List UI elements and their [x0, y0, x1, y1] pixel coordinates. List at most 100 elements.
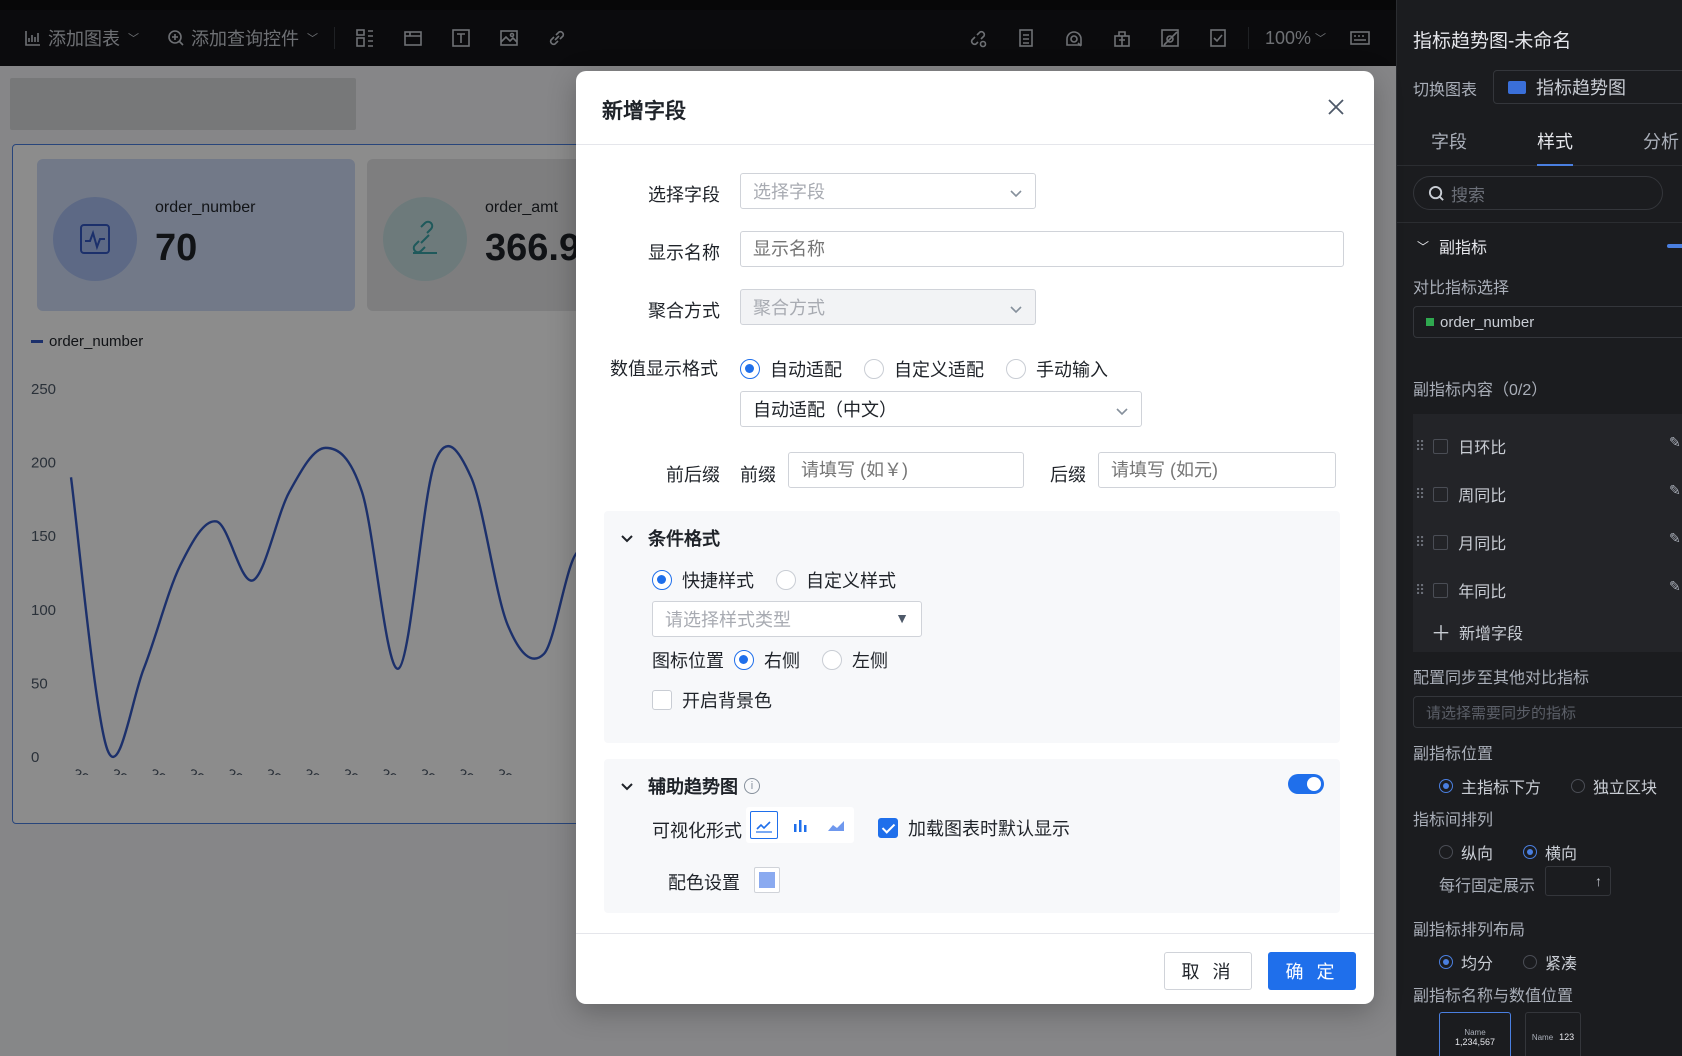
layout-thumb-stacked[interactable]: Name 1,234,567 [1439, 1012, 1511, 1056]
sync-placeholder: 请选择需要同步的指标 [1426, 704, 1577, 722]
edit-icon[interactable]: ✎ [1669, 530, 1681, 547]
confirm-button[interactable]: 确 定 [1268, 952, 1356, 990]
background-color-option: 开启背景色 [652, 687, 794, 713]
tab-fields[interactable]: 字段 [1431, 114, 1467, 154]
radio-button[interactable] [740, 359, 760, 379]
compare-label: 对比指标选择 [1413, 280, 1510, 297]
compare-select[interactable]: order_number [1413, 306, 1682, 338]
background-checkbox-item[interactable]: 开启背景色 [652, 687, 772, 713]
color-picker[interactable] [754, 867, 780, 893]
format-select[interactable]: 自动适配（中文） [740, 391, 1142, 427]
line-chart-button[interactable] [750, 811, 778, 839]
section-sub-metric[interactable]: ﹀ 副指标 [1417, 234, 1487, 258]
radio-button[interactable] [864, 359, 884, 379]
aggregation-placeholder: 聚合方式 [753, 298, 825, 318]
radio-button[interactable] [1571, 779, 1586, 793]
add-field-button[interactable]: ＋ 新增字段 [1431, 617, 1523, 646]
item-checkbox[interactable] [1433, 438, 1449, 454]
add-field-label: 新增字段 [1459, 625, 1524, 643]
radio-button[interactable] [1006, 359, 1026, 379]
format-manual-radio[interactable]: 手动输入 [1006, 356, 1108, 382]
drag-handle-icon[interactable]: ⠿ [1415, 438, 1425, 455]
tab-style[interactable]: 样式 [1537, 114, 1573, 166]
item-label: 周同比 [1458, 488, 1507, 505]
item-checkbox[interactable] [1433, 582, 1449, 598]
list-item[interactable]: ⠿ 年同比 [1415, 578, 1506, 602]
per-row-stepper[interactable]: ↑ [1545, 866, 1611, 896]
trend-chart-header[interactable]: 辅助趋势图 i [620, 773, 760, 799]
radio-button[interactable] [1439, 779, 1453, 793]
radio-button[interactable] [1523, 845, 1538, 859]
item-checkbox[interactable] [1433, 486, 1449, 502]
style-type-select[interactable]: 请选择样式类型 ▼ [652, 601, 922, 637]
radio-label: 手动输入 [1036, 360, 1108, 380]
radio-button[interactable] [652, 570, 672, 590]
search-icon [1428, 185, 1444, 201]
default-show-checkbox-item[interactable]: 加载图表时默认显示 [878, 815, 1070, 841]
radio-label: 左侧 [852, 651, 888, 671]
list-item[interactable]: ⠿ 日环比 [1415, 434, 1506, 458]
drag-handle-icon[interactable]: ⠿ [1415, 582, 1425, 599]
thumb-name: Name [1531, 1032, 1554, 1042]
area-chart-icon [828, 821, 844, 831]
chart-type-select[interactable]: 指标趋势图 [1493, 70, 1682, 104]
radio-button[interactable] [776, 570, 796, 590]
background-checkbox[interactable] [652, 690, 672, 710]
radio-button[interactable] [1439, 955, 1453, 969]
edit-icon[interactable]: ✎ [1669, 434, 1681, 451]
drag-handle-icon[interactable]: ⠿ [1415, 534, 1425, 551]
aggregation-select[interactable]: 聚合方式 [740, 289, 1036, 325]
format-auto-radio[interactable]: 自动适配 [740, 356, 842, 382]
quick-style-radio[interactable]: 快捷样式 [652, 567, 754, 593]
chevron-down-icon [1009, 300, 1023, 314]
radio-button[interactable] [1439, 845, 1453, 859]
thumb-name: Name [1464, 1027, 1486, 1037]
sync-select[interactable]: 请选择需要同步的指标 [1413, 696, 1682, 728]
close-button[interactable] [1324, 95, 1348, 119]
info-icon[interactable]: i [744, 778, 760, 794]
dialog-footer: 取 消 确 定 [576, 933, 1374, 1004]
conditional-format-header[interactable]: 条件格式 [620, 525, 720, 551]
prefix-input[interactable] [788, 452, 1024, 488]
cancel-button[interactable]: 取 消 [1164, 952, 1252, 990]
arrow-up-icon[interactable]: ↑ [1595, 873, 1602, 889]
suffix-input[interactable] [1098, 452, 1336, 488]
chevron-down-icon [1115, 402, 1129, 416]
radio-label: 均分 [1461, 956, 1494, 973]
item-checkbox[interactable] [1433, 534, 1449, 550]
custom-style-radio[interactable]: 自定义样式 [776, 567, 896, 593]
tab-analysis[interactable]: 分析 [1643, 114, 1679, 154]
display-name-input[interactable] [740, 231, 1344, 267]
switch-chart-label: 切换图表 [1413, 82, 1478, 99]
section-toggle[interactable] [1667, 244, 1682, 248]
format-custom-radio[interactable]: 自定义适配 [864, 356, 984, 382]
drag-handle-icon[interactable]: ⠿ [1415, 486, 1425, 503]
radio-label: 自动适配 [770, 360, 842, 380]
trend-chart-switch[interactable] [1288, 774, 1324, 794]
suffix-label: 后缀 [1050, 465, 1086, 485]
area-chart-button[interactable] [822, 811, 850, 839]
edit-icon[interactable]: ✎ [1669, 578, 1681, 595]
list-item[interactable]: ⠿ 月同比 [1415, 530, 1506, 554]
radio-button[interactable] [734, 650, 754, 670]
section-label: 副指标 [1439, 240, 1488, 257]
radio-label: 快捷样式 [682, 571, 754, 591]
layout-thumb-inline[interactable]: Name 123 [1525, 1012, 1581, 1056]
edit-icon[interactable]: ✎ [1669, 482, 1681, 499]
thumb-value: 1,234,567 [1454, 1036, 1496, 1047]
checkbox-label: 加载图表时默认显示 [908, 819, 1070, 839]
bar-chart-button[interactable] [786, 811, 814, 839]
radio-button[interactable] [822, 650, 842, 670]
icon-left-radio[interactable]: 左侧 [822, 647, 888, 673]
format-radio-group: 自动适配 自定义适配 手动输入 [740, 356, 1130, 382]
trend-chart-section: 辅助趋势图 i 可视化形式 加载图表时默认显示 配色设置 [604, 759, 1340, 913]
layout-label: 副指标排列布局 [1413, 922, 1526, 939]
icon-right-radio[interactable]: 右侧 [734, 647, 800, 673]
list-item[interactable]: ⠿ 周同比 [1415, 482, 1506, 506]
radio-button[interactable] [1523, 955, 1538, 969]
default-show-checkbox[interactable] [878, 818, 898, 838]
panel-search-input[interactable]: 搜索 [1413, 176, 1663, 210]
arrange-label: 指标间排列 [1413, 812, 1494, 829]
compare-value: order_number [1440, 313, 1535, 331]
field-select[interactable]: 选择字段 [740, 173, 1036, 209]
